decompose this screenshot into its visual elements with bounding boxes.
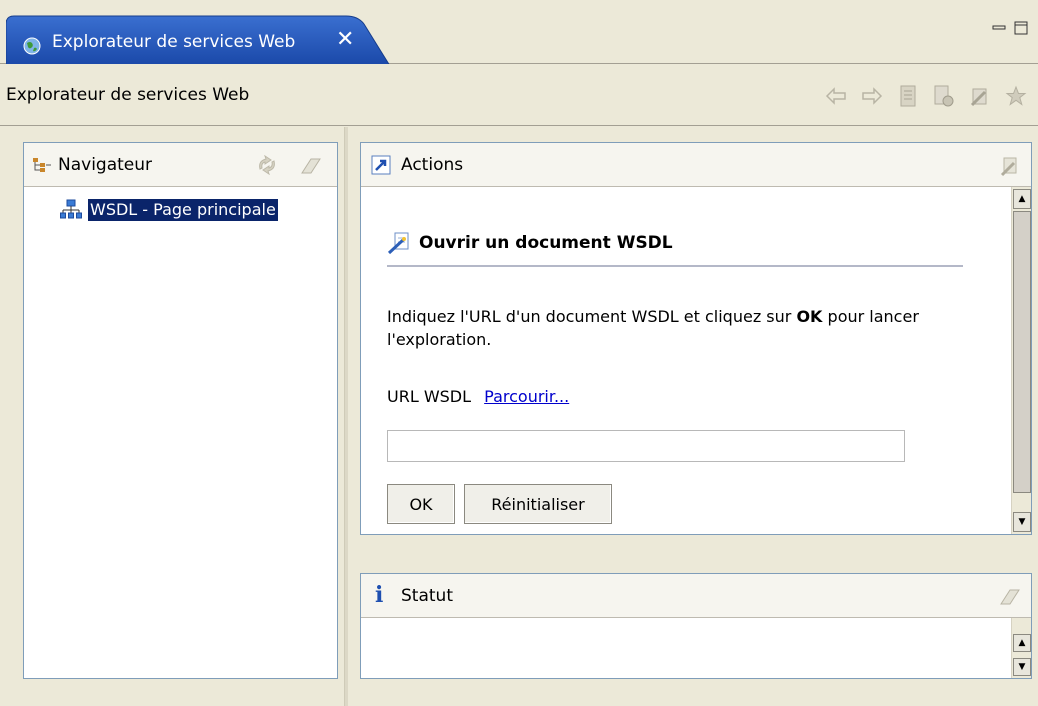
reset-button[interactable]: Réinitialiser bbox=[464, 484, 612, 524]
forward-arrow-icon[interactable] bbox=[860, 84, 884, 108]
actions-panel: Actions Ouvrir un document WSDL Indiquez… bbox=[360, 142, 1032, 535]
actions-arrow-icon bbox=[371, 155, 391, 175]
open-wsdl-wand-icon bbox=[387, 232, 409, 255]
instructions-ok-bold: OK bbox=[796, 307, 823, 326]
ok-button[interactable]: OK bbox=[387, 484, 455, 524]
document-icon[interactable] bbox=[896, 84, 920, 108]
info-icon: i bbox=[375, 582, 384, 608]
refresh-sync-icon[interactable] bbox=[256, 155, 278, 175]
explorer-title-bar: Explorateur de services Web bbox=[0, 64, 1038, 126]
instructions-part-1: Indiquez l'URL d'un document WSDL et cli… bbox=[387, 307, 797, 326]
back-arrow-icon[interactable] bbox=[824, 84, 848, 108]
scroll-up-button[interactable]: ▲ bbox=[1013, 189, 1031, 209]
eraser-icon[interactable] bbox=[999, 587, 1021, 607]
status-header: i Statut bbox=[361, 574, 1031, 618]
explorer-toolbar bbox=[824, 84, 1028, 108]
browse-link[interactable]: Parcourir... bbox=[484, 387, 569, 406]
wsdl-url-input[interactable] bbox=[387, 430, 905, 462]
page-settings-icon[interactable] bbox=[932, 84, 956, 108]
globe-icon bbox=[23, 37, 41, 55]
minimize-icon[interactable] bbox=[991, 20, 1007, 36]
wsdl-tree-icon bbox=[60, 199, 82, 219]
actions-title: Actions bbox=[401, 155, 464, 175]
explorer-main-area: Navigateur WSDL - Page principale Action… bbox=[0, 127, 1038, 706]
maximize-icon[interactable] bbox=[1013, 20, 1029, 36]
wsdl-wand-icon[interactable] bbox=[968, 84, 992, 108]
section-title-text: Ouvrir un document WSDL bbox=[419, 233, 673, 253]
url-row: URL WSDL Parcourir... bbox=[387, 387, 569, 406]
status-title: Statut bbox=[401, 586, 453, 606]
scroll-thumb[interactable] bbox=[1013, 211, 1031, 493]
tab-close-icon[interactable]: ✕ bbox=[336, 29, 354, 51]
status-scroll-up-button[interactable]: ▲ bbox=[1013, 634, 1031, 652]
navigator-header: Navigateur bbox=[24, 143, 337, 187]
tab-web-services-explorer[interactable]: Explorateur de services Web ✕ bbox=[6, 14, 390, 66]
actions-scrollbar[interactable]: ▲ ▼ bbox=[1011, 187, 1031, 534]
navigator-title: Navigateur bbox=[58, 155, 153, 175]
editor-tab-strip: Explorateur de services Web ✕ bbox=[0, 0, 1038, 66]
actions-header: Actions bbox=[361, 143, 1031, 187]
page-title: Explorateur de services Web bbox=[6, 85, 250, 105]
navigator-tree-icon bbox=[33, 158, 51, 172]
tree-item-label: WSDL - Page principale bbox=[88, 199, 278, 221]
tab-title: Explorateur de services Web bbox=[52, 32, 296, 52]
eraser-icon[interactable] bbox=[300, 156, 322, 176]
status-panel: i Statut ▲ ▼ bbox=[360, 573, 1032, 679]
navigator-panel: Navigateur WSDL - Page principale bbox=[23, 142, 338, 679]
instructions-text: Indiquez l'URL d'un document WSDL et cli… bbox=[387, 305, 987, 351]
favorites-star-icon[interactable] bbox=[1004, 84, 1028, 108]
section-divider bbox=[387, 265, 963, 267]
tree-item-wsdl-main-page[interactable]: WSDL - Page principale bbox=[60, 199, 278, 221]
vertical-sash[interactable] bbox=[344, 127, 348, 706]
status-scroll-down-button[interactable]: ▼ bbox=[1013, 658, 1031, 676]
status-scrollbar[interactable]: ▲ ▼ bbox=[1011, 618, 1031, 678]
scroll-down-button[interactable]: ▼ bbox=[1013, 512, 1031, 532]
section-title: Ouvrir un document WSDL bbox=[387, 231, 673, 255]
wand-icon[interactable] bbox=[999, 155, 1021, 177]
url-label: URL WSDL bbox=[387, 387, 472, 406]
